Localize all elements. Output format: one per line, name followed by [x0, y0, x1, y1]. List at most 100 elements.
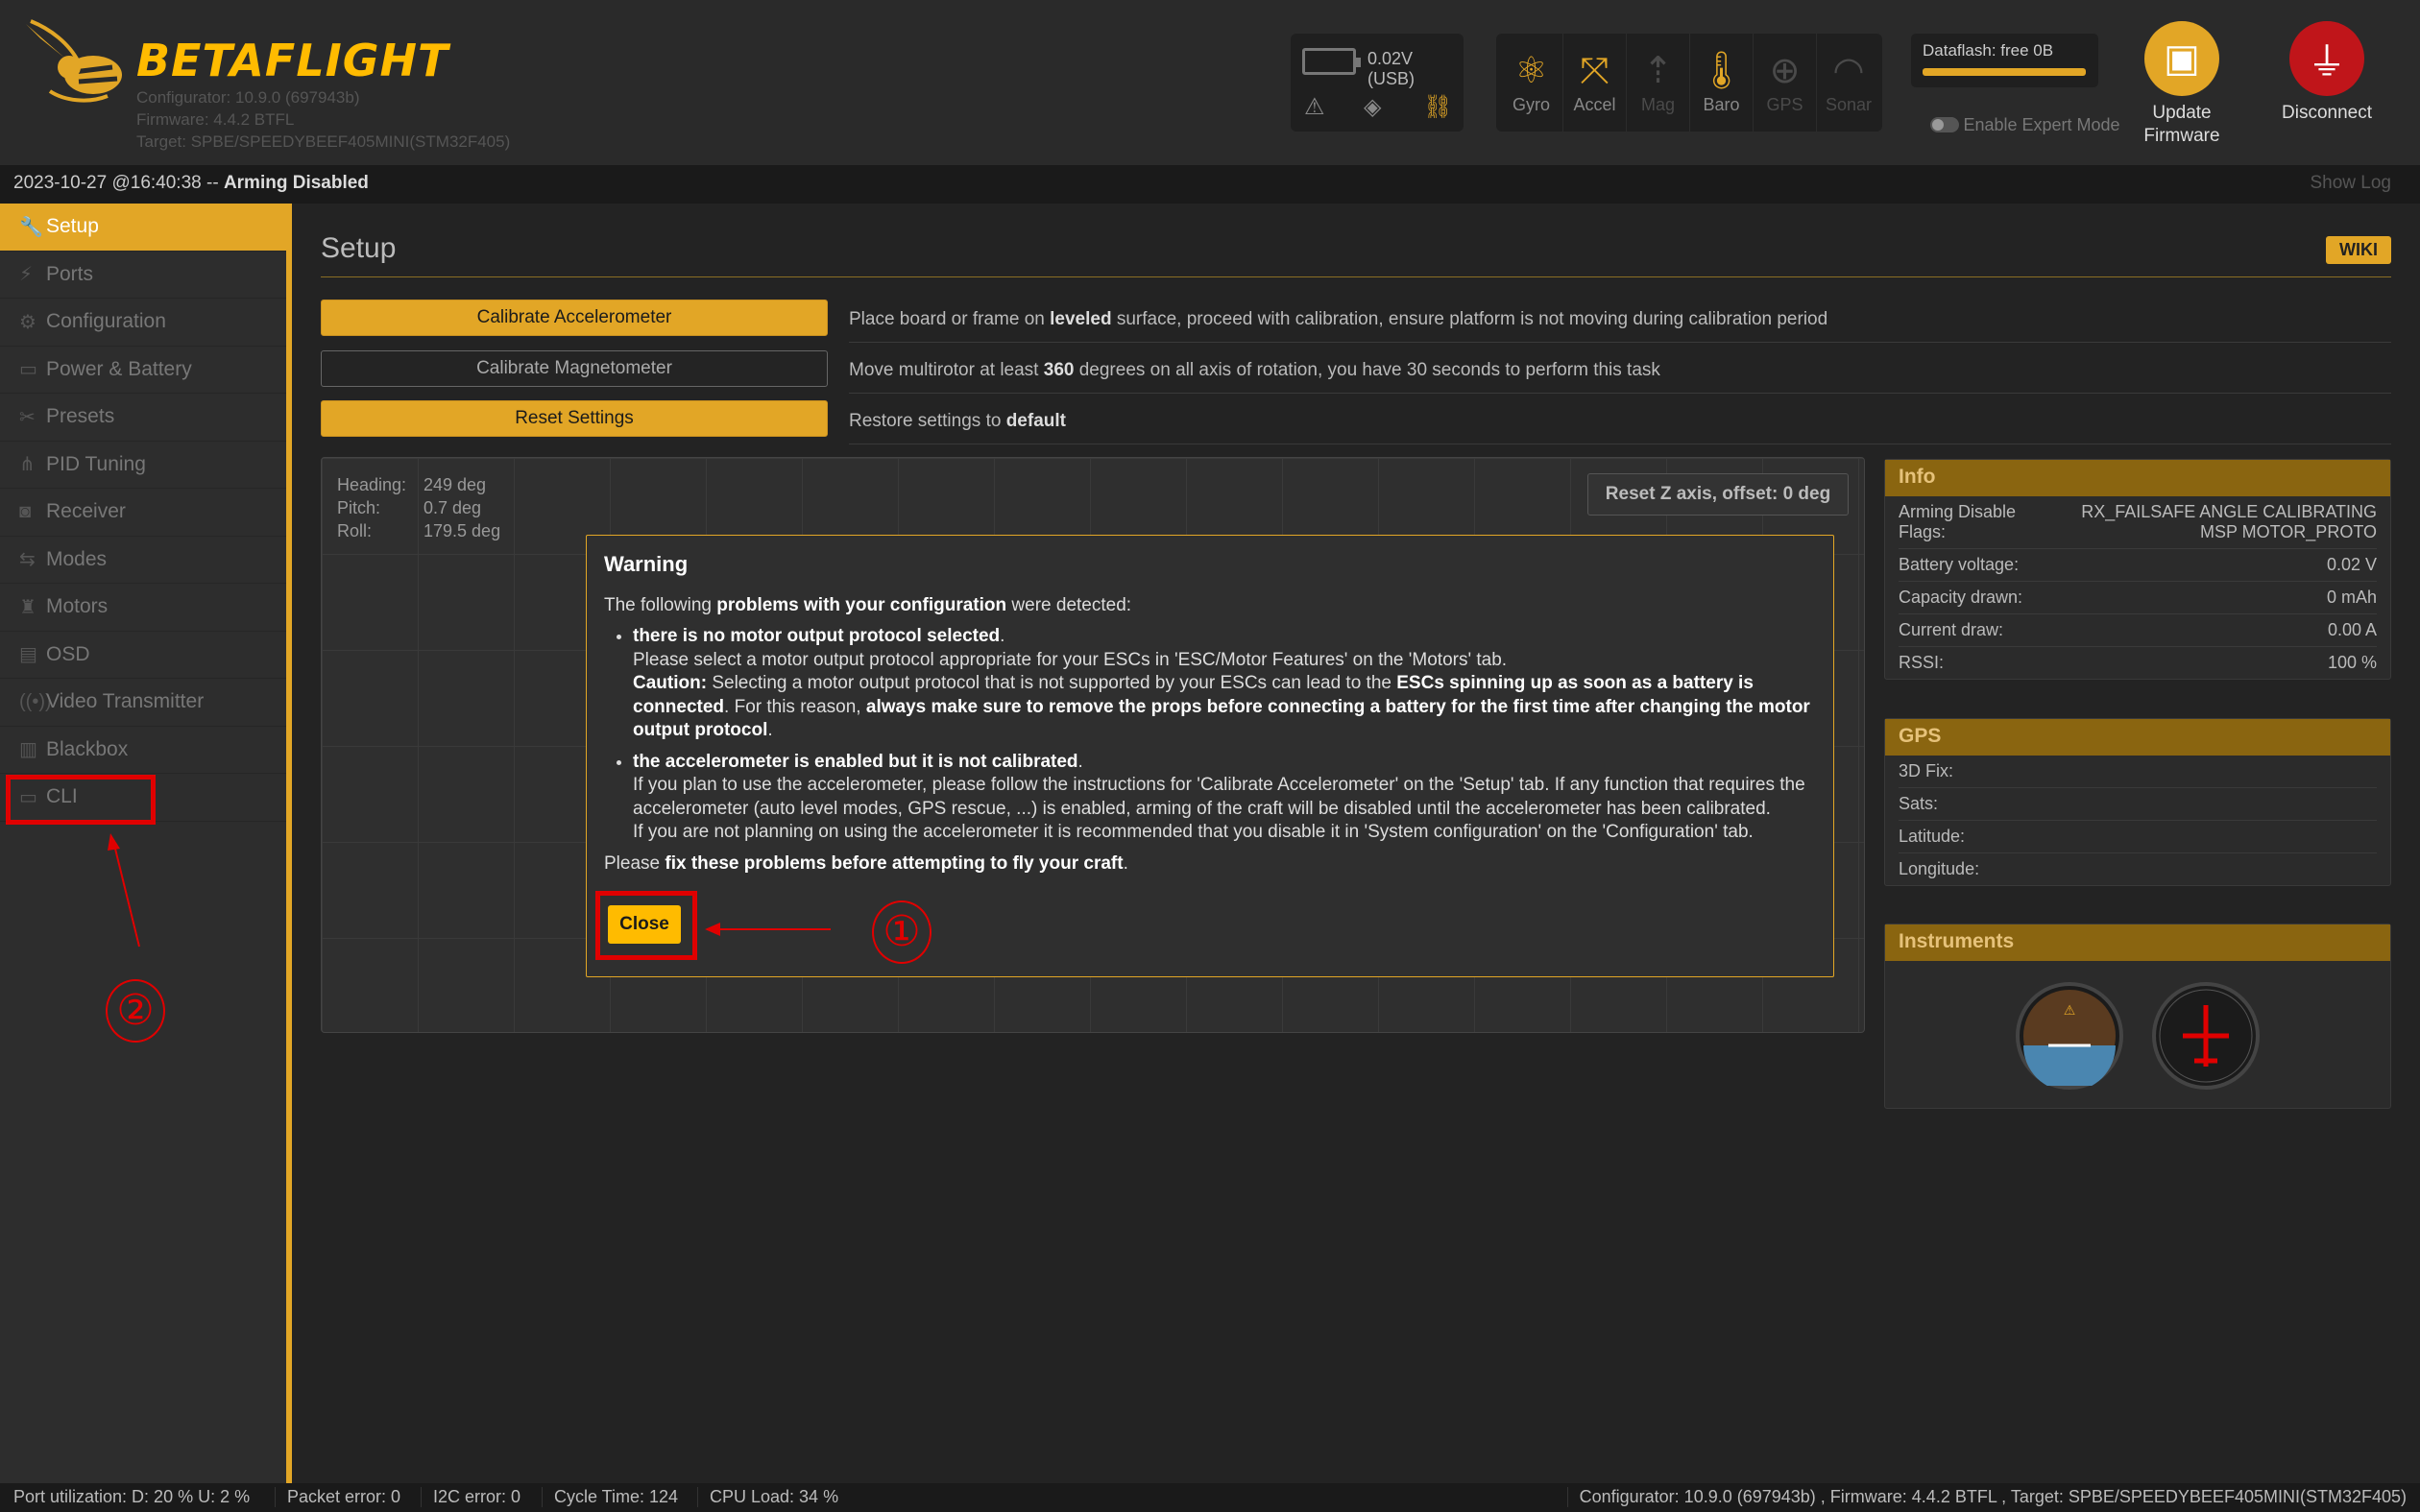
firmware-version: Firmware: 4.4.2 BTFL [136, 110, 295, 129]
dataflash-label: Dataflash: free 0B [1923, 41, 2054, 60]
osd-icon: ▤ [19, 644, 37, 666]
info-row: RSSI: 100 % [1899, 653, 2377, 672]
problem-item: the accelerometer is enabled but it is n… [633, 751, 1816, 845]
battery-icon [1302, 48, 1361, 75]
plug-icon: ⚡ [19, 264, 34, 286]
bottom-status-bar: Port utilization: D: 20 % U: 2 % Packet … [0, 1483, 2420, 1512]
calibrate-magnetometer-button[interactable]: Calibrate Magnetometer [321, 350, 828, 387]
main-content: Setup WIKI Calibrate Accelerometer Place… [298, 204, 2420, 1483]
logo-wordmark: BETAFLIGHT [136, 35, 449, 86]
chip-icon: ▣ [2144, 21, 2219, 96]
sidebar-item-motors[interactable]: ♜ Motors [0, 584, 286, 632]
sidebar-item-osd[interactable]: ▤ OSD [0, 632, 286, 679]
sensor-status: ⚛ Gyro ⤧ Accel ⇡ Mag 🌡 Baro ⊕ GPS ◠ Sonar [1496, 34, 1882, 132]
warning-dialog: Warning The following problems with your… [586, 535, 1834, 977]
calibrate-accelerometer-desc: Place board or frame on leveled surface,… [849, 309, 2391, 343]
instruments-panel: Instruments ⚠ [1884, 924, 2391, 1109]
instruments-panel-title: Instruments [1885, 924, 2390, 961]
sensor-gyro: ⚛ Gyro [1500, 34, 1563, 132]
dataflash-bar [1923, 68, 2086, 76]
battery-icon: ▭ [19, 359, 37, 381]
annotation-arrow-2 [108, 833, 140, 948]
svg-text:⚠: ⚠ [2064, 1002, 2076, 1018]
calibrate-magnetometer-desc: Move multirotor at least 360 degrees on … [849, 360, 2391, 394]
presets-icon: ✂ [19, 406, 36, 428]
bee-logo-icon [26, 19, 122, 103]
sensor-mag: ⇡ Mag [1627, 34, 1690, 132]
sidebar-item-modes[interactable]: ⇆ Modes [0, 537, 286, 584]
pitch-value: 0.7 deg [424, 498, 482, 517]
usb-disconnect-icon: ⏚ [2289, 21, 2364, 96]
gps-row: 3D Fix: [1899, 756, 2377, 788]
page-title: Setup [321, 232, 397, 264]
annotation-box-close [595, 891, 697, 960]
status-bar: 2023-10-27 @16:40:38 -- Arming Disabled … [0, 165, 2420, 204]
title-divider [321, 276, 2391, 277]
blackbox-icon: ▥ [19, 739, 37, 761]
wrench-icon: 🔧 [19, 216, 43, 238]
gps-row: Sats: [1899, 788, 2377, 821]
problem-list: there is no motor output protocol select… [633, 625, 1816, 845]
version-footer: Configurator: 10.9.0 (697943b) , Firmwar… [1566, 1487, 2407, 1507]
reset-settings-desc: Restore settings to default [849, 411, 2391, 444]
gear-icon: ⚙ [19, 311, 36, 333]
info-row: Capacity drawn: 0 mAh [1899, 582, 2377, 614]
sidebar-item-configuration[interactable]: ⚙ Configuration [0, 299, 286, 347]
annotation-arrow-1 [705, 923, 831, 936]
gps-row: Longitude: [1899, 859, 1980, 878]
sensor-baro: 🌡 Baro [1690, 34, 1754, 132]
gps-panel-title: GPS [1885, 719, 2390, 756]
target-board: Target: SPBE/SPEEDYBEEF405MINI(STM32F405… [136, 132, 511, 151]
sidebar-item-receiver[interactable]: ◙ Receiver [0, 489, 286, 537]
reset-z-axis-button[interactable]: Reset Z axis, offset: 0 deg [1587, 473, 1849, 516]
dialog-title: Warning [604, 552, 689, 576]
disconnect-button[interactable]: ⏚ Disconnect [2264, 21, 2389, 125]
motor-icon: ♜ [19, 596, 36, 618]
accel-icon: ⤧ [1580, 51, 1609, 91]
roll-value: 179.5 deg [424, 521, 501, 540]
reset-settings-button[interactable]: Reset Settings [321, 400, 828, 437]
sidebar-item-blackbox[interactable]: ▥ Blackbox [0, 727, 286, 774]
gps-icon: ⊕ [1769, 51, 1801, 91]
sidebar-item-ports[interactable]: ⚡ Ports [0, 252, 286, 299]
toggle-icon: ⇆ [19, 549, 36, 571]
mag-icon: ⇡ [1642, 51, 1674, 91]
packet-error: Packet error: 0 [275, 1487, 400, 1507]
heading-value: 249 deg [424, 475, 487, 494]
dialog-intro: The following problems with your configu… [604, 594, 1132, 615]
show-log-link[interactable]: Show Log [2310, 173, 2391, 194]
sonar-icon: ◠ [1832, 51, 1865, 91]
info-panel: Info Arming Disable Flags: RX_FAILSAFE AN… [1884, 459, 2391, 680]
vtx-icon: ((•)) [19, 690, 52, 712]
wiki-button[interactable]: WIKI [2326, 236, 2391, 264]
i2c-error: I2C error: 0 [421, 1487, 520, 1507]
sensor-sonar: ◠ Sonar [1817, 34, 1880, 132]
receiver-icon: ◙ [19, 500, 32, 522]
link-icon: ⛓ [1423, 94, 1453, 120]
dialog-outro: Please fix these problems before attempt… [604, 852, 1128, 874]
update-firmware-button[interactable]: ▣ Update Firmware [2119, 21, 2244, 148]
warning-icon: ⚠ [1304, 94, 1325, 120]
info-row: Current draw: 0.00 A [1899, 614, 2377, 647]
sidebar-item-power-battery[interactable]: ▭ Power & Battery [0, 347, 286, 394]
configurator-version: Configurator: 10.9.0 (697943b) [136, 88, 360, 107]
battery-voltage: 0.02V (USB) [1367, 49, 1415, 88]
info-panel-title: Info [1885, 460, 2390, 496]
annotation-box-cli [6, 775, 156, 825]
baro-icon: 🌡 [1698, 51, 1745, 91]
sidebar-item-pid-tuning[interactable]: ⋔ PID Tuning [0, 442, 286, 489]
version-info: Configurator: 10.9.0 (697943b) Firmware:… [136, 86, 510, 153]
problem-item: there is no motor output protocol select… [633, 625, 1816, 743]
info-row: Arming Disable Flags: RX_FAILSAFE ANGLE C… [1899, 496, 2377, 549]
sidebar-item-video-transmitter[interactable]: ((•)) Video Transmitter [0, 679, 286, 727]
gps-row: Latitude: [1899, 821, 2377, 853]
port-utilization: Port utilization: D: 20 % U: 2 % [13, 1487, 251, 1506]
attitude-indicator-icon: ⚠ [2016, 982, 2123, 1092]
gps-panel: GPS 3D Fix: Sats: Latitude: Longitude: [1884, 718, 2391, 886]
calibrate-accelerometer-button[interactable]: Calibrate Accelerometer [321, 300, 828, 336]
sidebar-item-setup[interactable]: 🔧 Setup [0, 204, 286, 252]
heading-indicator-icon [2152, 982, 2260, 1090]
gyro-icon: ⚛ [1514, 51, 1548, 91]
sensor-gps: ⊕ GPS [1754, 34, 1817, 132]
sidebar-item-presets[interactable]: ✂ Presets [0, 394, 286, 442]
